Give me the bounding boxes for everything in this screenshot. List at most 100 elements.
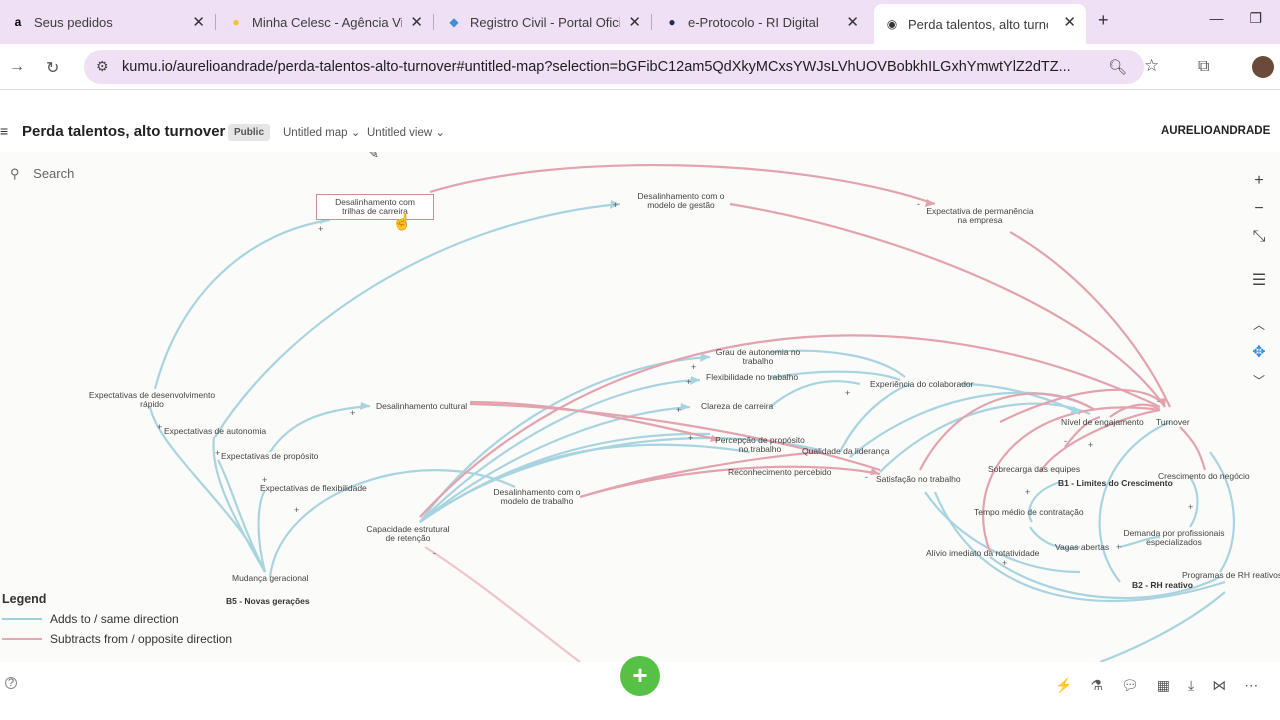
zoom-in-icon[interactable]: + — [1254, 167, 1263, 195]
polarity-plus: + — [350, 408, 356, 418]
node-grau-autonomia[interactable]: Grau de autonomia no trabalho — [712, 348, 804, 366]
polarity-plus: + — [215, 448, 221, 458]
forward-icon[interactable]: → — [9, 58, 25, 76]
download-icon[interactable]: ⤓ — [1188, 677, 1194, 694]
connection-negative[interactable] — [469, 402, 881, 472]
node-desalinhamento-modelo-trabalho[interactable]: Desalinhamento com o modelo de trabalho — [492, 488, 582, 506]
polarity-plus: + — [294, 505, 300, 515]
extensions-icon[interactable]: ⧉ — [1198, 58, 1209, 76]
focus-target-icon[interactable]: ✥ — [1252, 339, 1265, 367]
arrowhead — [700, 353, 710, 362]
user-name[interactable]: AURELIOANDRADE — [1161, 125, 1270, 137]
new-tab-button[interactable]: + — [1098, 10, 1109, 31]
node-expectativa-permanencia[interactable]: Expectativa de permanência na empresa — [922, 207, 1038, 225]
menu-icon[interactable]: ≡ — [0, 123, 8, 139]
reload-icon[interactable]: ↻ — [46, 58, 59, 78]
chevron-down-icon[interactable]: ﹀ — [1253, 367, 1265, 395]
polarity-plus: + — [613, 200, 619, 210]
polarity-plus: + — [1188, 502, 1194, 512]
share-icon[interactable]: ⋈ — [1212, 677, 1226, 694]
legend-item: Adds to / same direction — [2, 612, 232, 626]
polarity-plus: + — [676, 405, 682, 415]
node-expectativas-proposito[interactable]: Expectativas de propósito — [221, 452, 318, 461]
node-satisfacao-trabalho[interactable]: Satisfação no trabalho — [876, 475, 961, 484]
node-flexibilidade-trabalho[interactable]: Flexibilidade no trabalho — [706, 373, 798, 382]
node-reconhecimento-percebido[interactable]: Reconhecimento percebido — [728, 468, 831, 477]
minimize-icon[interactable]: — — [1209, 10, 1223, 27]
tab-seus-pedidos[interactable]: a Seus pedidos ✕ — [0, 8, 215, 36]
tab-perda-talentos[interactable]: ◉ Perda talentos, alto turnover ✕ — [874, 4, 1086, 44]
node-turnover[interactable]: Turnover — [1156, 418, 1190, 427]
close-tab-icon[interactable]: ✕ — [410, 13, 423, 31]
connection-positive[interactable] — [879, 402, 1091, 473]
fit-icon[interactable]: ⤡ — [1253, 223, 1266, 251]
node-percepcao-proposito[interactable]: Percepção de propósito no trabalho — [713, 436, 807, 454]
node-qualidade-lideranca[interactable]: Qualidade da liderança — [802, 447, 889, 456]
loop-b2-rh-reativo[interactable]: B2 - RH reativo — [1132, 581, 1193, 590]
connection-positive[interactable] — [153, 218, 331, 390]
connection-positive[interactable] — [839, 382, 911, 453]
loop-b1-limites-crescimento[interactable]: B1 - Limites do Crescimento — [1058, 479, 1173, 488]
tab-minha-celesc[interactable]: ● Minha Celesc - Agência Virtual ✕ — [218, 8, 433, 36]
node-programas-rh[interactable]: Programas de RH reativos — [1182, 571, 1280, 580]
connection-negative[interactable] — [1009, 231, 1171, 408]
more-icon[interactable]: ⋯ — [1244, 677, 1258, 694]
profile-avatar[interactable] — [1252, 56, 1274, 78]
omnibox[interactable]: ⚙ kumu.io/aurelioandrade/perda-talentos-… — [84, 50, 1144, 84]
connection-positive[interactable] — [419, 443, 751, 523]
node-clareza-carreira[interactable]: Clareza de carreira — [701, 402, 773, 411]
tab-registro-civil[interactable]: ◆ Registro Civil - Portal Oficial ✕ — [436, 8, 651, 36]
node-experiencia-colaborador[interactable]: Experiência do colaborador — [870, 380, 973, 389]
node-vagas-abertas[interactable]: Vagas abertas — [1055, 543, 1109, 552]
tab-e-protocolo[interactable]: ● e-Protocolo - RI Digital ✕ — [654, 8, 869, 36]
polarity-minus: - — [1157, 396, 1160, 406]
node-desalinhamento-trilhas[interactable]: Desalinhamento com trilhas de carreira — [316, 194, 434, 220]
tab-title: Registro Civil - Portal Oficial — [470, 14, 620, 30]
map-selector[interactable]: Untitled map ⌄ — [283, 125, 360, 139]
connection-positive[interactable] — [1209, 451, 1235, 573]
close-tab-icon[interactable]: ✕ — [192, 13, 205, 31]
right-toolbar: + − ⤡ ☰ ︿ ✥ ﹀ — [1240, 167, 1278, 395]
loop-b5-novas-geracoes[interactable]: B5 - Novas gerações — [226, 597, 310, 606]
zoom-icon[interactable]: 🔍︎ — [1108, 58, 1127, 76]
tab-title: Perda talentos, alto turnover — [908, 16, 1048, 32]
node-alivio-rotatividade[interactable]: Alívio imediato da rotatividade — [926, 549, 1039, 558]
restore-icon[interactable]: ❐ — [1249, 10, 1262, 27]
connection-positive[interactable] — [1098, 420, 1171, 583]
comments-icon[interactable]: 💬︎ — [1121, 677, 1139, 694]
zoom-out-icon[interactable]: − — [1254, 195, 1263, 223]
url-text[interactable]: kumu.io/aurelioandrade/perda-talentos-al… — [122, 59, 1102, 75]
connection-negative[interactable] — [424, 546, 581, 662]
close-tab-icon[interactable]: ✕ — [846, 13, 859, 31]
close-tab-icon[interactable]: ✕ — [628, 13, 641, 31]
node-tempo-contratacao[interactable]: Tempo médio de contratação — [974, 508, 1084, 517]
table-icon[interactable]: ▦ — [1157, 677, 1170, 694]
polarity-plus: + — [688, 433, 694, 443]
node-desalinhamento-cultural[interactable]: Desalinhamento cultural — [376, 402, 467, 411]
connection-positive[interactable] — [1099, 591, 1226, 662]
node-sobrecarga-equipes[interactable]: Sobrecarga das equipes — [988, 465, 1080, 474]
view-selector[interactable]: Untitled view ⌄ — [367, 125, 445, 139]
map-canvas[interactable]: ⚲ Search ✎ Desalinhamento com trilhas de… — [0, 152, 1280, 662]
site-settings-icon[interactable]: ⚙ — [96, 58, 109, 75]
bookmark-star-icon[interactable]: ☆ — [1144, 56, 1159, 76]
help-icon[interactable]: ? — [5, 677, 17, 689]
node-capacidade-retencao[interactable]: Capacidade estrutural de retenção — [364, 525, 452, 543]
node-crescimento-negocio[interactable]: Crescimento do negócio — [1158, 472, 1250, 481]
node-expectativas-desenvolvimento[interactable]: Expectativas de desenvolvimento rápido — [86, 391, 218, 409]
node-expectativas-flexibilidade[interactable]: Expectativas de flexibilidade — [260, 484, 367, 493]
node-desalinhamento-gestao[interactable]: Desalinhamento com o modelo de gestão — [633, 192, 729, 210]
magic-wand-icon[interactable]: ⚡ — [1055, 677, 1072, 694]
node-expectativas-autonomia[interactable]: Expectativas de autonomia — [164, 427, 266, 436]
protocolo-icon: ● — [668, 15, 676, 29]
chevron-up-icon[interactable]: ︿ — [1253, 311, 1265, 339]
node-mudanca-geracional[interactable]: Mudança geracional — [232, 574, 309, 583]
add-element-button[interactable]: + — [620, 656, 660, 696]
connection-negative[interactable] — [1179, 426, 1207, 471]
close-tab-icon[interactable]: ✕ — [1063, 13, 1076, 31]
flask-icon[interactable]: ⚗ — [1090, 677, 1103, 694]
node-demanda-profissionais[interactable]: Demanda por profissionais especializados — [1120, 529, 1228, 547]
node-nivel-engajamento[interactable]: Nível de engajamento — [1061, 418, 1144, 427]
polarity-plus: + — [262, 475, 268, 485]
settings-sliders-icon[interactable]: ☰ — [1252, 267, 1266, 295]
